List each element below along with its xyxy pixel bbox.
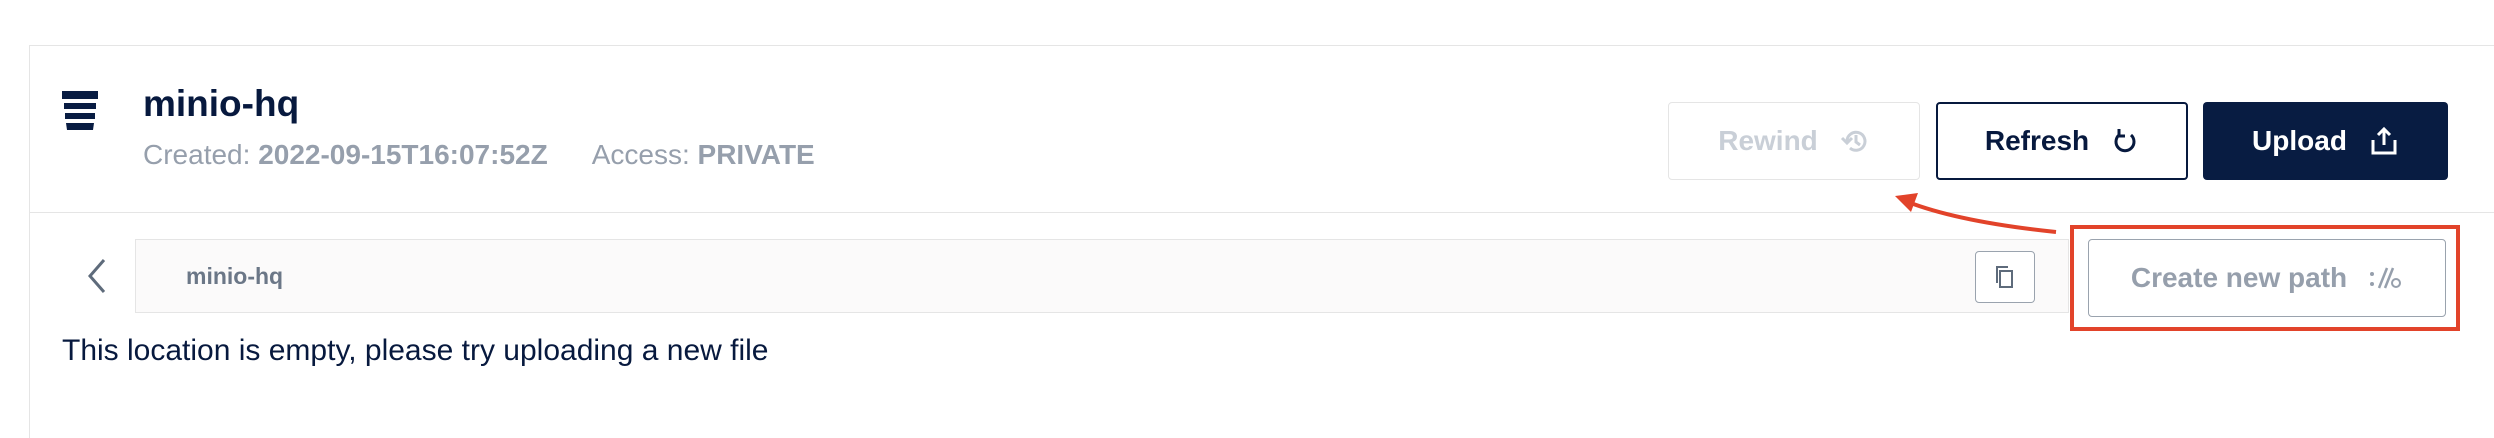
annotation-arrow — [1895, 193, 2057, 234]
empty-state-message: This location is empty, please try uploa… — [62, 334, 769, 367]
